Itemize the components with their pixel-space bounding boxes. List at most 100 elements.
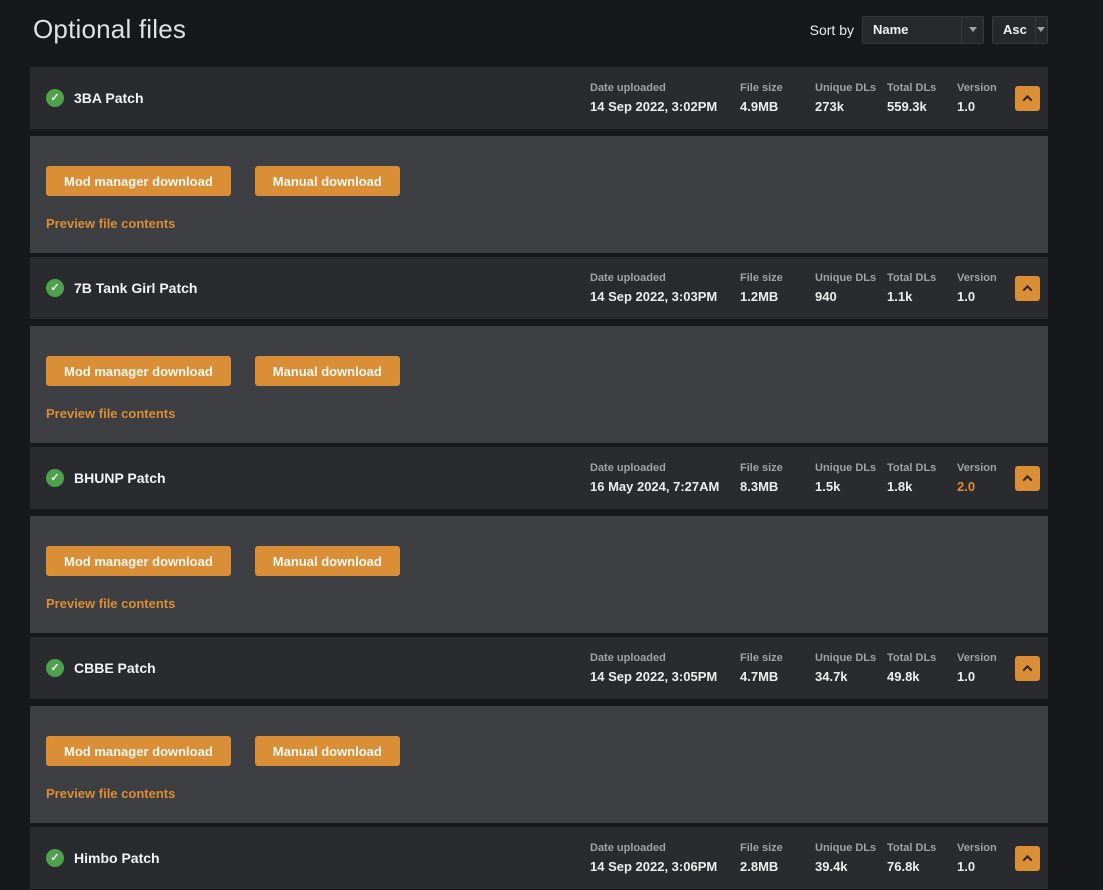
unique-dls-label: Unique DLs bbox=[815, 272, 887, 284]
sort-direction-select[interactable]: Asc bbox=[992, 16, 1048, 44]
total-dls-label: Total DLs bbox=[887, 462, 957, 474]
preview-file-contents-link[interactable]: Preview file contents bbox=[46, 596, 175, 611]
manual-download-button[interactable]: Manual download bbox=[255, 166, 400, 196]
date-uploaded-column: Date uploaded 14 Sep 2022, 3:05PM bbox=[590, 652, 740, 684]
total-dls-value: 1.8k bbox=[887, 479, 957, 494]
download-buttons: Mod manager download Manual download bbox=[46, 546, 1032, 576]
total-dls-value: 76.8k bbox=[887, 859, 957, 874]
page-title: Optional files bbox=[33, 14, 186, 45]
manual-download-button[interactable]: Manual download bbox=[255, 356, 400, 386]
version-label: Version bbox=[957, 82, 1015, 94]
date-uploaded-label: Date uploaded bbox=[590, 462, 740, 474]
date-uploaded-column: Date uploaded 14 Sep 2022, 3:06PM bbox=[590, 842, 740, 874]
file-name: 7B Tank Girl Patch bbox=[74, 280, 197, 296]
file-header-row[interactable]: ✓ 3BA Patch Date uploaded 14 Sep 2022, 3… bbox=[30, 67, 1048, 129]
file-size-value: 1.2MB bbox=[740, 289, 815, 304]
unique-dls-label: Unique DLs bbox=[815, 652, 887, 664]
file-header-row[interactable]: ✓ 7B Tank Girl Patch Date uploaded 14 Se… bbox=[30, 257, 1048, 319]
unique-dls-label: Unique DLs bbox=[815, 842, 887, 854]
file-size-column: File size 1.2MB bbox=[740, 272, 815, 304]
sort-controls: Sort by Name Asc bbox=[810, 16, 1048, 44]
total-dls-column: Total DLs 49.8k bbox=[887, 652, 957, 684]
file-expanded-panel: Mod manager download Manual download Pre… bbox=[30, 136, 1048, 253]
file-stats: Date uploaded 14 Sep 2022, 3:05PM File s… bbox=[590, 652, 1040, 684]
date-uploaded-value: 16 May 2024, 7:27AM bbox=[590, 479, 740, 494]
file-stats: Date uploaded 14 Sep 2022, 3:03PM File s… bbox=[590, 272, 1040, 304]
unique-dls-column: Unique DLs 940 bbox=[815, 272, 887, 304]
preview-file-contents-link[interactable]: Preview file contents bbox=[46, 406, 175, 421]
date-uploaded-column: Date uploaded 14 Sep 2022, 3:03PM bbox=[590, 272, 740, 304]
date-uploaded-value: 14 Sep 2022, 3:05PM bbox=[590, 669, 740, 684]
total-dls-label: Total DLs bbox=[887, 272, 957, 284]
file-header-row[interactable]: ✓ CBBE Patch Date uploaded 14 Sep 2022, … bbox=[30, 637, 1048, 699]
manual-download-button[interactable]: Manual download bbox=[255, 546, 400, 576]
unique-dls-column: Unique DLs 39.4k bbox=[815, 842, 887, 874]
chevron-down-icon bbox=[1035, 17, 1047, 43]
file-header-row[interactable]: ✓ BHUNP Patch Date uploaded 16 May 2024,… bbox=[30, 447, 1048, 509]
preview-file-contents-link[interactable]: Preview file contents bbox=[46, 786, 175, 801]
file-name: Himbo Patch bbox=[74, 850, 160, 866]
collapse-button[interactable] bbox=[1015, 846, 1040, 871]
file-entry: ✓ CBBE Patch Date uploaded 14 Sep 2022, … bbox=[30, 637, 1048, 823]
chevron-up-icon bbox=[1023, 854, 1033, 864]
collapse-button[interactable] bbox=[1015, 276, 1040, 301]
total-dls-value: 559.3k bbox=[887, 99, 957, 114]
version-label: Version bbox=[957, 462, 1015, 474]
total-dls-label: Total DLs bbox=[887, 652, 957, 664]
file-size-value: 2.8MB bbox=[740, 859, 815, 874]
file-size-column: File size 2.8MB bbox=[740, 842, 815, 874]
mod-manager-download-button[interactable]: Mod manager download bbox=[46, 736, 231, 766]
file-size-label: File size bbox=[740, 652, 815, 664]
version-label: Version bbox=[957, 842, 1015, 854]
file-size-value: 8.3MB bbox=[740, 479, 815, 494]
version-column: Version 2.0 bbox=[957, 462, 1015, 494]
unique-dls-value: 1.5k bbox=[815, 479, 887, 494]
file-size-label: File size bbox=[740, 842, 815, 854]
file-name: 3BA Patch bbox=[74, 90, 144, 106]
unique-dls-value: 34.7k bbox=[815, 669, 887, 684]
mod-manager-download-button[interactable]: Mod manager download bbox=[46, 546, 231, 576]
download-buttons: Mod manager download Manual download bbox=[46, 356, 1032, 386]
preview-file-contents-link[interactable]: Preview file contents bbox=[46, 216, 175, 231]
date-uploaded-label: Date uploaded bbox=[590, 272, 740, 284]
date-uploaded-column: Date uploaded 16 May 2024, 7:27AM bbox=[590, 462, 740, 494]
file-name: CBBE Patch bbox=[74, 660, 156, 676]
sort-direction-value: Asc bbox=[1003, 22, 1027, 37]
version-value: 1.0 bbox=[957, 289, 1015, 304]
date-uploaded-label: Date uploaded bbox=[590, 82, 740, 94]
unique-dls-value: 273k bbox=[815, 99, 887, 114]
total-dls-label: Total DLs bbox=[887, 842, 957, 854]
file-stats: Date uploaded 14 Sep 2022, 3:02PM File s… bbox=[590, 82, 1040, 114]
manual-download-button[interactable]: Manual download bbox=[255, 736, 400, 766]
file-expanded-panel: Mod manager download Manual download Pre… bbox=[30, 326, 1048, 443]
version-value: 1.0 bbox=[957, 669, 1015, 684]
date-uploaded-label: Date uploaded bbox=[590, 842, 740, 854]
mod-manager-download-button[interactable]: Mod manager download bbox=[46, 166, 231, 196]
check-circle-icon: ✓ bbox=[46, 659, 64, 677]
chevron-up-icon bbox=[1023, 664, 1033, 674]
file-expanded-panel: Mod manager download Manual download Pre… bbox=[30, 706, 1048, 823]
unique-dls-value: 39.4k bbox=[815, 859, 887, 874]
file-header-row[interactable]: ✓ Himbo Patch Date uploaded 14 Sep 2022,… bbox=[30, 827, 1048, 889]
chevron-down-icon bbox=[961, 17, 983, 43]
collapse-button[interactable] bbox=[1015, 466, 1040, 491]
date-uploaded-value: 14 Sep 2022, 3:02PM bbox=[590, 99, 740, 114]
collapse-button[interactable] bbox=[1015, 86, 1040, 111]
version-value: 2.0 bbox=[957, 479, 1015, 494]
download-buttons: Mod manager download Manual download bbox=[46, 736, 1032, 766]
total-dls-column: Total DLs 559.3k bbox=[887, 82, 957, 114]
check-circle-icon: ✓ bbox=[46, 849, 64, 867]
collapse-button[interactable] bbox=[1015, 656, 1040, 681]
mod-manager-download-button[interactable]: Mod manager download bbox=[46, 356, 231, 386]
unique-dls-label: Unique DLs bbox=[815, 82, 887, 94]
file-entry: ✓ BHUNP Patch Date uploaded 16 May 2024,… bbox=[30, 447, 1048, 633]
sort-field-select[interactable]: Name bbox=[862, 16, 984, 44]
optional-files-page: Optional files Sort by Name Asc ✓ 3BA Pa… bbox=[0, 0, 1103, 890]
chevron-up-icon bbox=[1023, 474, 1033, 484]
version-label: Version bbox=[957, 652, 1015, 664]
file-name: BHUNP Patch bbox=[74, 470, 166, 486]
file-size-column: File size 8.3MB bbox=[740, 462, 815, 494]
total-dls-column: Total DLs 76.8k bbox=[887, 842, 957, 874]
check-circle-icon: ✓ bbox=[46, 89, 64, 107]
file-expanded-panel: Mod manager download Manual download Pre… bbox=[30, 516, 1048, 633]
